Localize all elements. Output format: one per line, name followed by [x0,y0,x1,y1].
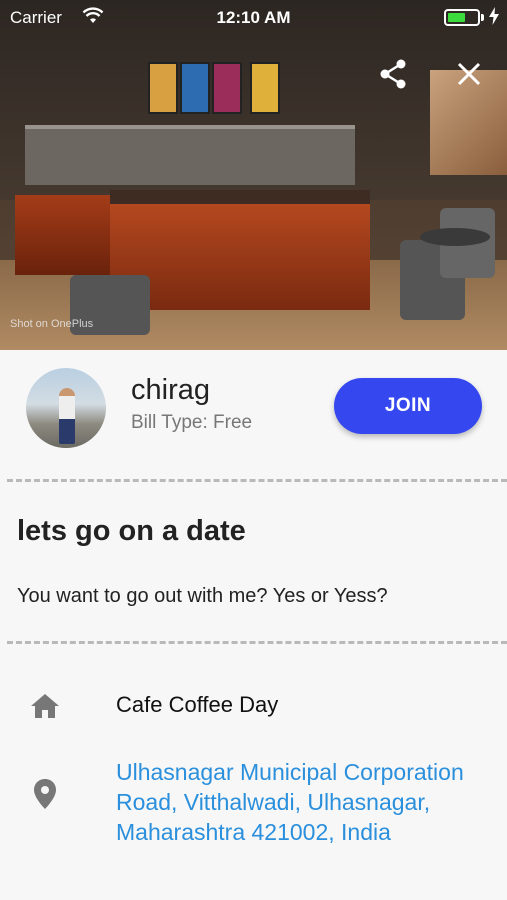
event-cover-photo: Shot on OnePlus [0,0,507,350]
photo-shelf [25,125,355,185]
photo-poster [250,62,280,114]
photo-side-counter [15,195,125,275]
venue-address-link[interactable]: Ulhasnagar Municipal Corporation Road, V… [116,757,496,847]
close-button[interactable] [451,58,487,94]
battery-level [448,13,465,22]
share-button[interactable] [375,58,411,94]
battery-tip [481,14,484,21]
photo-poster [180,62,210,114]
event-description: You want to go out with me? Yes or Yess? [17,585,388,607]
battery-icon [444,9,480,26]
status-bar: Carrier 12:10 AM [0,0,507,36]
venue-name: Cafe Coffee Day [116,692,279,717]
host-name: chirag [131,374,210,406]
event-title: lets go on a date [17,515,246,547]
home-icon [28,689,62,723]
photo-poster [212,62,242,114]
close-icon [456,61,482,92]
divider [7,479,507,482]
photo-poster [148,62,178,114]
charging-icon [489,7,499,30]
divider [7,641,507,644]
status-time: 12:10 AM [216,8,291,27]
avatar-person [59,388,75,444]
host-avatar[interactable] [26,368,106,448]
photo-watermark: Shot on OnePlus [10,318,94,330]
host-section: chirag Bill Type: Free JOIN [0,350,507,468]
bill-type-label: Bill Type: Free [131,412,253,433]
join-button[interactable]: JOIN [334,378,482,434]
photo-table [420,228,490,246]
share-icon [378,58,408,95]
location-pin-icon [28,777,62,811]
